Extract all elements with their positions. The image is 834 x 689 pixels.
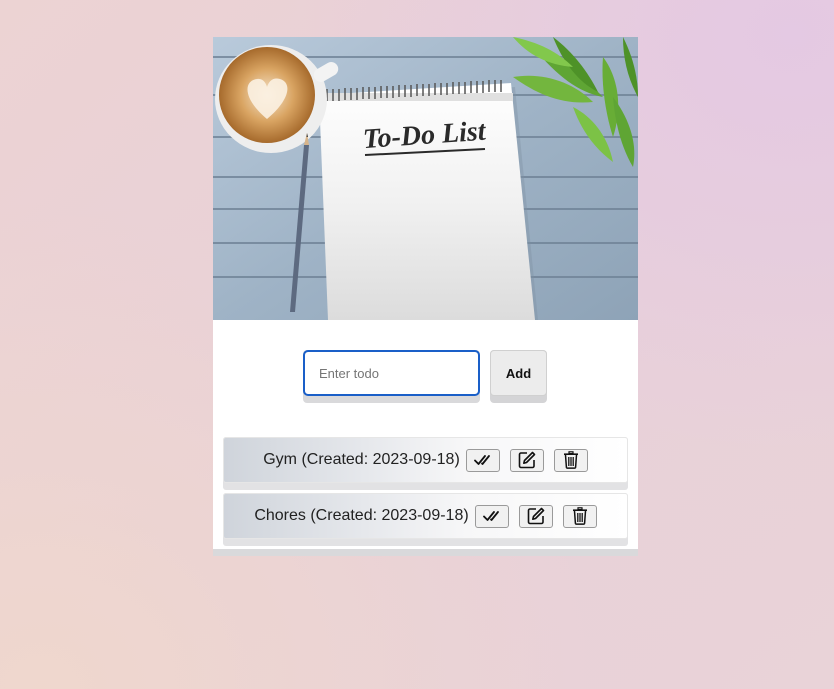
add-button[interactable]: Add (490, 350, 547, 396)
complete-button[interactable] (465, 448, 500, 472)
todo-item-text: Gym (Created: 2023-09-18) (263, 451, 460, 468)
edit-button[interactable] (518, 504, 553, 528)
hero-image: To-Do List (213, 37, 638, 320)
todo-item: Gym (Created: 2023-09-18) (223, 437, 628, 490)
todo-item-content: Chores (Created: 2023-09-18) (223, 493, 628, 539)
add-button-wrapper: Add (490, 350, 547, 403)
todo-input-wrapper (303, 350, 480, 403)
todo-item: Chores (Created: 2023-09-18) (223, 493, 628, 546)
todo-list: Gym (Created: 2023-09-18) Chores (Create… (223, 437, 628, 549)
double-check-icon (482, 511, 499, 521)
add-todo-form: Add (303, 350, 553, 403)
todo-input[interactable] (303, 350, 480, 396)
card-bottom-edge (213, 549, 638, 556)
delete-button[interactable] (553, 448, 588, 472)
edit-square-icon (527, 507, 544, 525)
todo-item-text: Chores (Created: 2023-09-18) (254, 507, 469, 524)
complete-button[interactable] (474, 504, 509, 528)
delete-button[interactable] (562, 504, 597, 528)
trash-icon (572, 507, 587, 525)
trash-icon (563, 451, 578, 469)
edit-button[interactable] (509, 448, 544, 472)
double-check-icon (473, 455, 490, 465)
edit-square-icon (518, 451, 536, 469)
todo-item-content: Gym (Created: 2023-09-18) (223, 437, 628, 483)
todo-card: To-Do List Enter todo Add Gym (Created: … (213, 37, 638, 556)
